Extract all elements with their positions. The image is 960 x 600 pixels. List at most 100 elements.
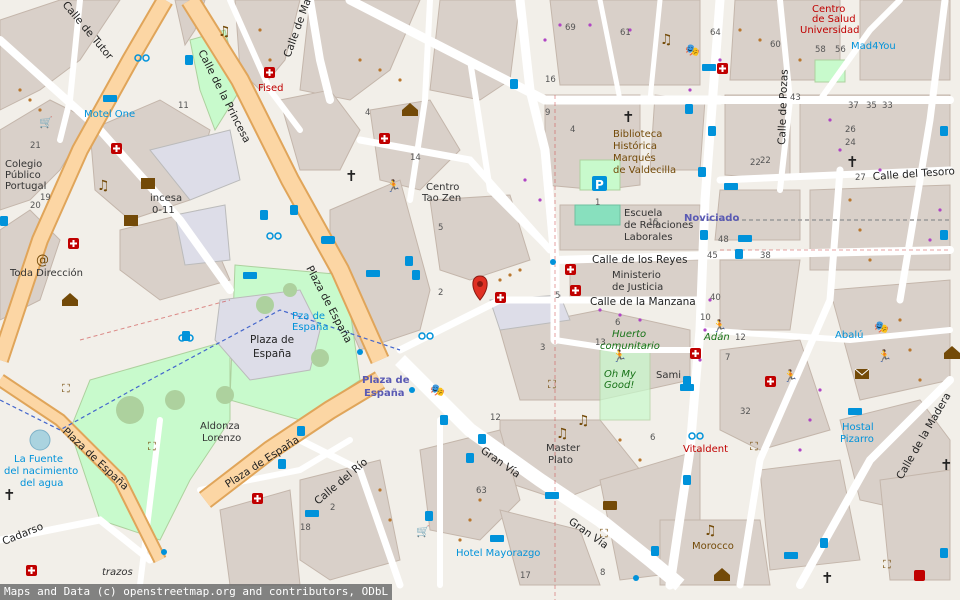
- label-ministerio-1: Ministerio: [612, 270, 661, 281]
- label-biblioteca-3: Marqués: [613, 152, 656, 164]
- svg-text:🛒: 🛒: [39, 116, 53, 129]
- label-vitaldent: Vitaldent: [683, 444, 728, 455]
- mail-icon: [854, 368, 870, 379]
- parking-icon: P: [592, 176, 607, 192]
- svg-text:🏃: 🏃: [877, 349, 892, 363]
- label-escuela-3: Laborales: [624, 232, 673, 243]
- svg-text:✝: ✝: [821, 569, 834, 587]
- hn-11: 24: [845, 138, 856, 148]
- svg-text:⛶: ⛶: [62, 382, 70, 395]
- svg-text:♫: ♫: [660, 32, 673, 48]
- hn-21: 7: [725, 353, 730, 363]
- hn-22: 5: [438, 223, 443, 233]
- svg-text:♫: ♫: [704, 523, 717, 539]
- hn-9: 33: [882, 101, 893, 111]
- svg-text:✝: ✝: [940, 456, 953, 474]
- label-aldonza-2: Lorenzo: [202, 433, 241, 444]
- label-centro-salud-2: de Salud: [812, 14, 856, 25]
- label-master-plato-2: Plato: [548, 455, 573, 466]
- label-huerto-2: comunitario: [600, 341, 660, 352]
- hn-24: 1: [595, 198, 600, 208]
- hn-39: 48: [718, 235, 729, 245]
- svg-text:🛒: 🛒: [416, 525, 430, 538]
- label-pza-espana-2: España: [292, 322, 328, 333]
- hn-19: 4: [570, 125, 575, 135]
- hn-26: 40: [710, 293, 721, 303]
- label-morocco: Morocco: [692, 541, 734, 552]
- svg-text:♫: ♫: [218, 24, 231, 40]
- hn-18: 14: [410, 153, 421, 163]
- svg-text:🎭: 🎭: [874, 320, 889, 334]
- label-ministerio-2: de Justicia: [612, 282, 663, 293]
- atm-icon: [603, 501, 617, 510]
- label-trazos: trazos: [102, 567, 133, 578]
- label-biblioteca-1: Biblioteca: [613, 129, 662, 140]
- label-huerto-1: Huerto: [612, 329, 646, 340]
- label-escuela-1: Escuela: [624, 208, 662, 219]
- hn-14: 21: [30, 141, 41, 151]
- hn-12: 22: [760, 156, 771, 166]
- hn-13: 27: [855, 173, 866, 183]
- hn-34: 18: [300, 523, 311, 533]
- map-canvas[interactable]: 69 61 64 60 58 56 43 37 35 33 26 24 22 2…: [0, 0, 960, 600]
- hn-28: 12: [735, 333, 746, 343]
- svg-text:✝: ✝: [846, 153, 859, 171]
- hn-16: 19: [40, 193, 51, 203]
- label-incesa: incesa: [150, 193, 182, 204]
- label-colegio-1: Colegio: [5, 159, 42, 170]
- hn-42: 4: [365, 108, 370, 118]
- hn-17: 11: [178, 101, 189, 111]
- label-centro-tao-2: Tao Zen: [421, 193, 461, 204]
- hn-43: 9: [545, 108, 550, 118]
- svg-text:♫: ♫: [556, 426, 569, 442]
- hn-5: 56: [835, 45, 846, 55]
- hn-44: 8: [600, 568, 605, 578]
- hn-25: 3: [540, 343, 545, 353]
- street-reyes: Calle de los Reyes: [592, 254, 687, 266]
- label-mad4you: Mad4You: [851, 41, 896, 52]
- svg-text:✝: ✝: [622, 108, 635, 126]
- svg-text:🏃: 🏃: [386, 179, 401, 193]
- hn-2: 64: [710, 28, 721, 38]
- label-motel-one: Motel One: [84, 109, 135, 120]
- label-la-fuente-1: La Fuente: [14, 454, 63, 465]
- label-master-plato-1: Master: [546, 443, 581, 454]
- fountain-icon: [29, 429, 51, 451]
- label-hostal-pizarro-2: Pizarro: [840, 434, 874, 445]
- hn-3: 60: [770, 40, 781, 50]
- svg-text:♫: ♫: [577, 413, 590, 429]
- attribution[interactable]: Maps and Data (c) openstreetmap.org and …: [0, 584, 393, 600]
- svg-text:🎭: 🎭: [430, 383, 445, 397]
- hn-7: 37: [848, 101, 859, 111]
- svg-text:🎭: 🎭: [685, 43, 700, 57]
- label-abalu: Abalú: [835, 329, 863, 341]
- hn-32: 2: [330, 503, 335, 513]
- label-oh-my-1: Oh My: [604, 369, 637, 380]
- label-plaza-espana-2: España: [253, 348, 291, 360]
- svg-text:@: @: [36, 253, 49, 268]
- svg-text:♫: ♫: [97, 178, 110, 194]
- hn-23: 2: [438, 288, 443, 298]
- label-oh-my-2: Good!: [604, 380, 634, 391]
- hn-29: 32: [740, 407, 751, 417]
- hn-45: 16: [545, 75, 556, 85]
- label-toda-direccion: Toda Dirección: [9, 267, 83, 279]
- label-centro-salud-3: Universidad: [800, 25, 859, 36]
- label-pza-espana-1: Pza de: [292, 311, 325, 322]
- svg-text:✝: ✝: [3, 486, 16, 504]
- label-biblioteca-4: de Valdecilla: [613, 165, 676, 176]
- hn-27: 10: [700, 313, 711, 323]
- hn-38: 38: [760, 251, 771, 261]
- label-plaza-espana-metro-1: Plaza de: [362, 375, 410, 386]
- svg-text:🏃: 🏃: [612, 349, 627, 363]
- hn-41: 6: [650, 433, 655, 443]
- at-icon: @: [36, 253, 49, 268]
- hn-31: 63: [476, 486, 487, 496]
- hn-6: 43: [790, 93, 801, 103]
- svg-text:⛶: ⛶: [750, 440, 758, 453]
- hn-46: 17: [520, 571, 531, 581]
- label-aldonza-1: Aldonza: [200, 421, 240, 432]
- svg-text:⛶: ⛶: [600, 527, 608, 540]
- location-pin-marker[interactable]: [472, 275, 488, 301]
- map-svg[interactable]: 69 61 64 60 58 56 43 37 35 33 26 24 22 2…: [0, 0, 960, 600]
